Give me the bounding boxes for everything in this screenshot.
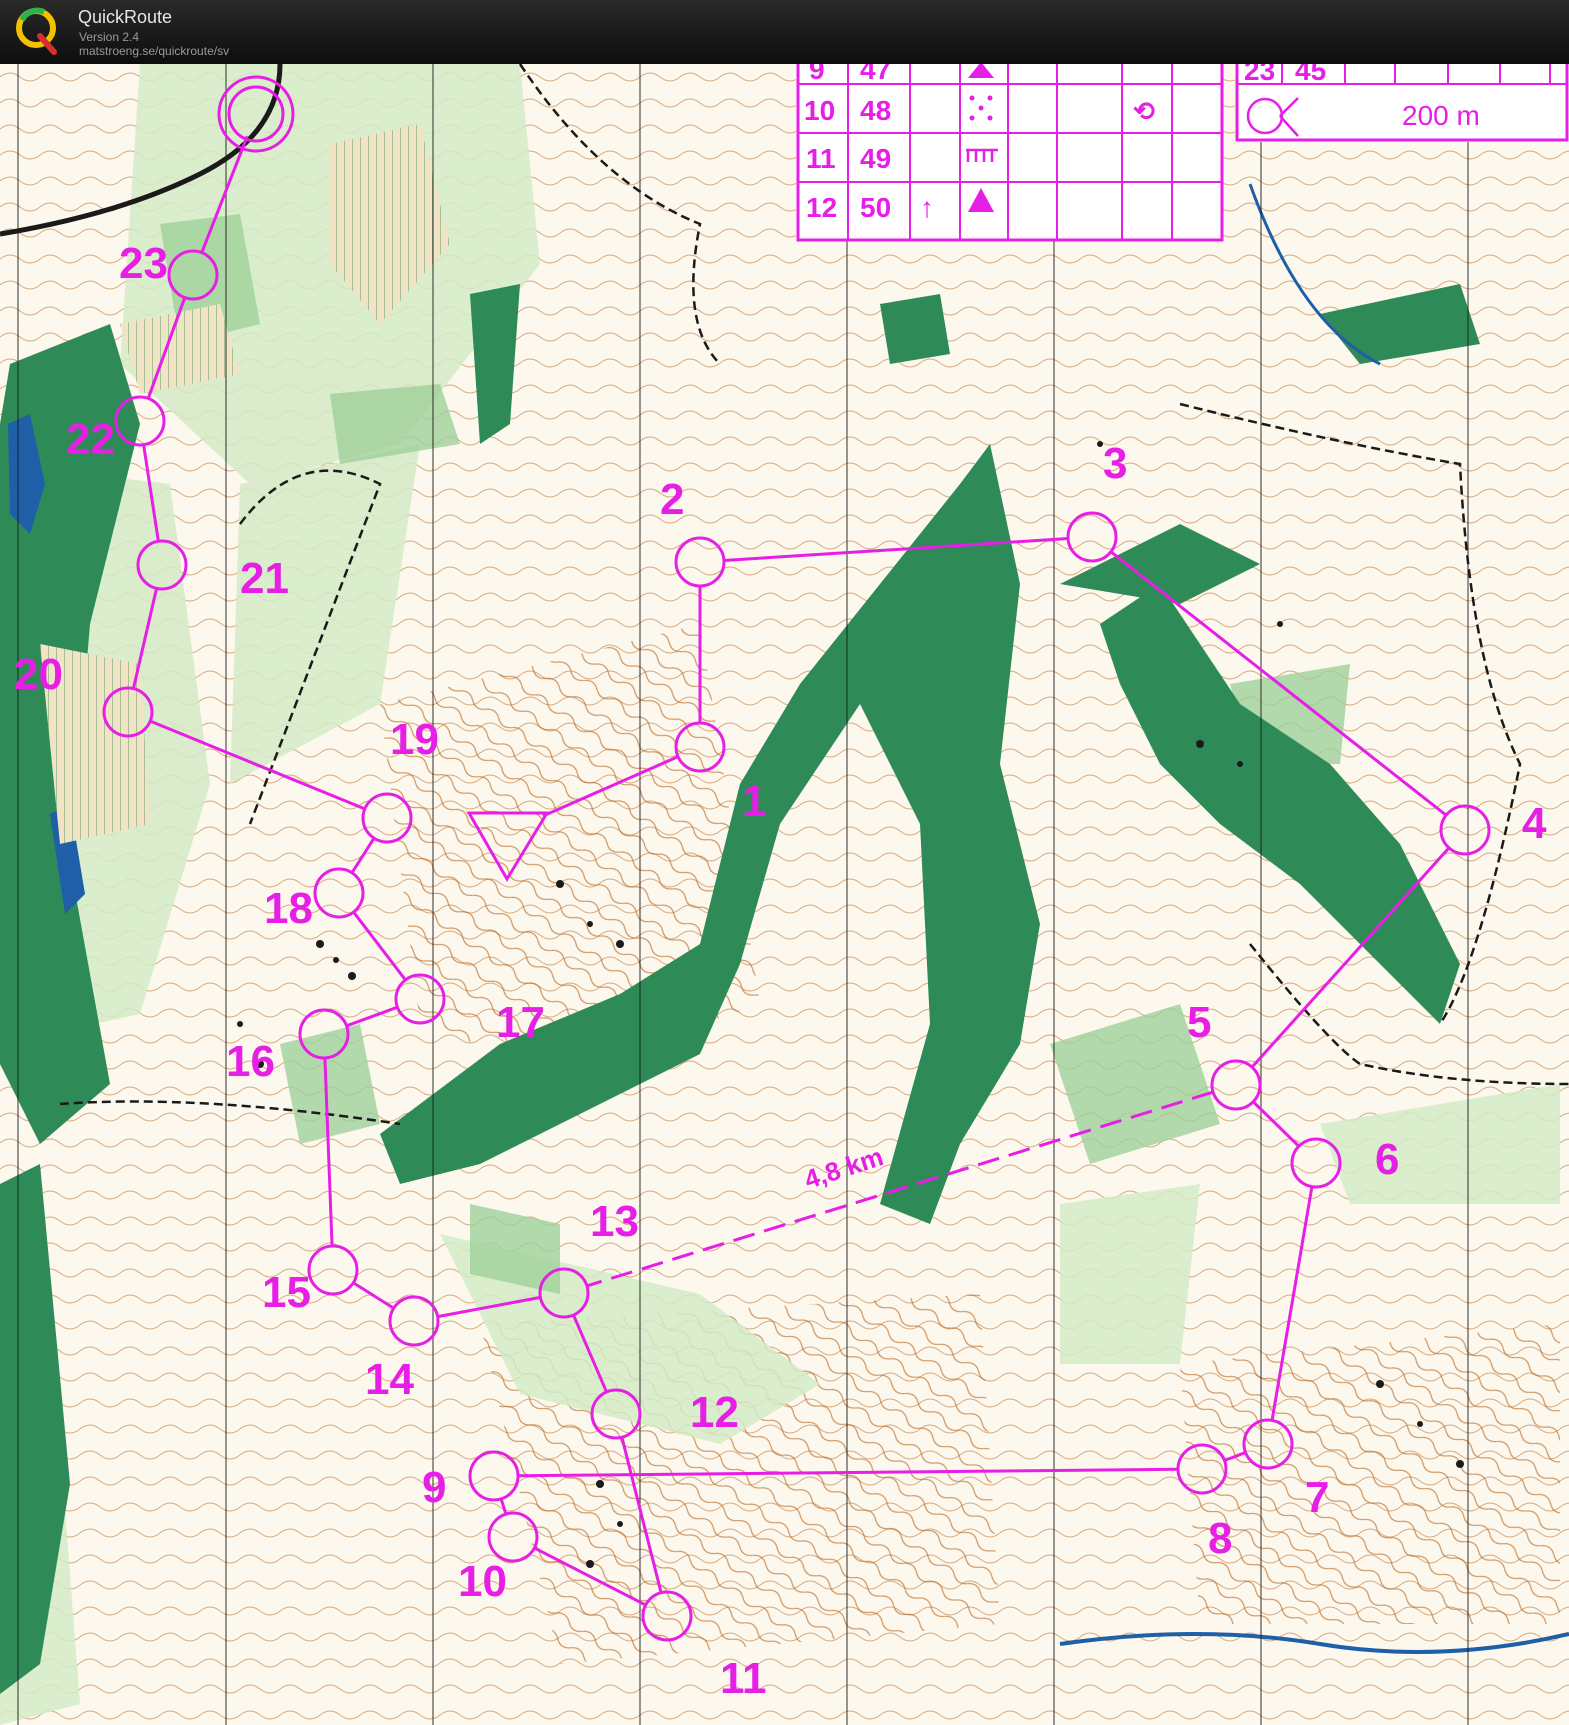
control-number-11: 11 <box>720 1654 767 1703</box>
desc-row-12-number: 12 <box>806 192 837 223</box>
desc-row-10-extra: ⟲ <box>1133 96 1155 126</box>
control-number-3: 3 <box>1103 439 1127 488</box>
control-number-5: 5 <box>1187 998 1211 1047</box>
scale-distance: 200 m <box>1402 100 1480 131</box>
app-version: Version 2.4 <box>79 30 140 44</box>
desc-row-9-code: 47 <box>860 64 891 85</box>
app-titlebar: QuickRoute Version 2.4 matstroeng.se/qui… <box>0 0 1569 64</box>
control-number-15: 15 <box>262 1268 311 1317</box>
control-description-table: 9 47 10 48 ⟲ 11 49 12 50 ↑ <box>796 64 1224 242</box>
control-number-18: 18 <box>264 884 313 933</box>
legend-partial-code: 45 <box>1295 64 1326 86</box>
control-number-17: 17 <box>496 998 545 1047</box>
legend-box: 23 45 200 m <box>1235 64 1569 142</box>
control-number-22: 22 <box>66 415 115 464</box>
legend-partial-ctl: 23 <box>1244 64 1275 86</box>
control-number-2: 2 <box>660 475 684 524</box>
desc-row-12-arrow: ↑ <box>920 192 934 223</box>
control-number-6: 6 <box>1375 1135 1399 1184</box>
control-number-4: 4 <box>1522 799 1547 848</box>
control-number-13: 13 <box>590 1197 639 1246</box>
control-number-19: 19 <box>390 715 439 764</box>
desc-row-10-code: 48 <box>860 95 891 126</box>
desc-row-9-number: 9 <box>809 64 825 85</box>
quickroute-logo-icon <box>16 7 57 55</box>
desc-row-11-number: 11 <box>806 143 836 174</box>
steep-slope-area-east <box>1180 1324 1560 1624</box>
control-number-20: 20 <box>14 650 63 699</box>
app-name: QuickRoute <box>78 7 173 27</box>
desc-row-12-code: 50 <box>860 192 891 223</box>
control-number-23: 23 <box>119 239 168 288</box>
control-number-10: 10 <box>458 1557 507 1606</box>
control-number-1: 1 <box>742 777 766 826</box>
control-number-12: 12 <box>690 1388 739 1437</box>
control-number-21: 21 <box>240 554 289 603</box>
desc-row-10-number: 10 <box>804 95 835 126</box>
control-number-9: 9 <box>422 1463 446 1512</box>
control-number-16: 16 <box>226 1037 275 1086</box>
control-number-8: 8 <box>1208 1514 1232 1563</box>
control-number-14: 14 <box>365 1355 414 1404</box>
desc-row-11-code: 49 <box>860 143 891 174</box>
orienteering-map[interactable]: 9 47 10 48 ⟲ 11 49 12 50 ↑ 23 45 200 m 1… <box>0 64 1569 1725</box>
control-number-7: 7 <box>1305 1473 1329 1522</box>
app-url[interactable]: matstroeng.se/quickroute/sv <box>79 44 229 58</box>
